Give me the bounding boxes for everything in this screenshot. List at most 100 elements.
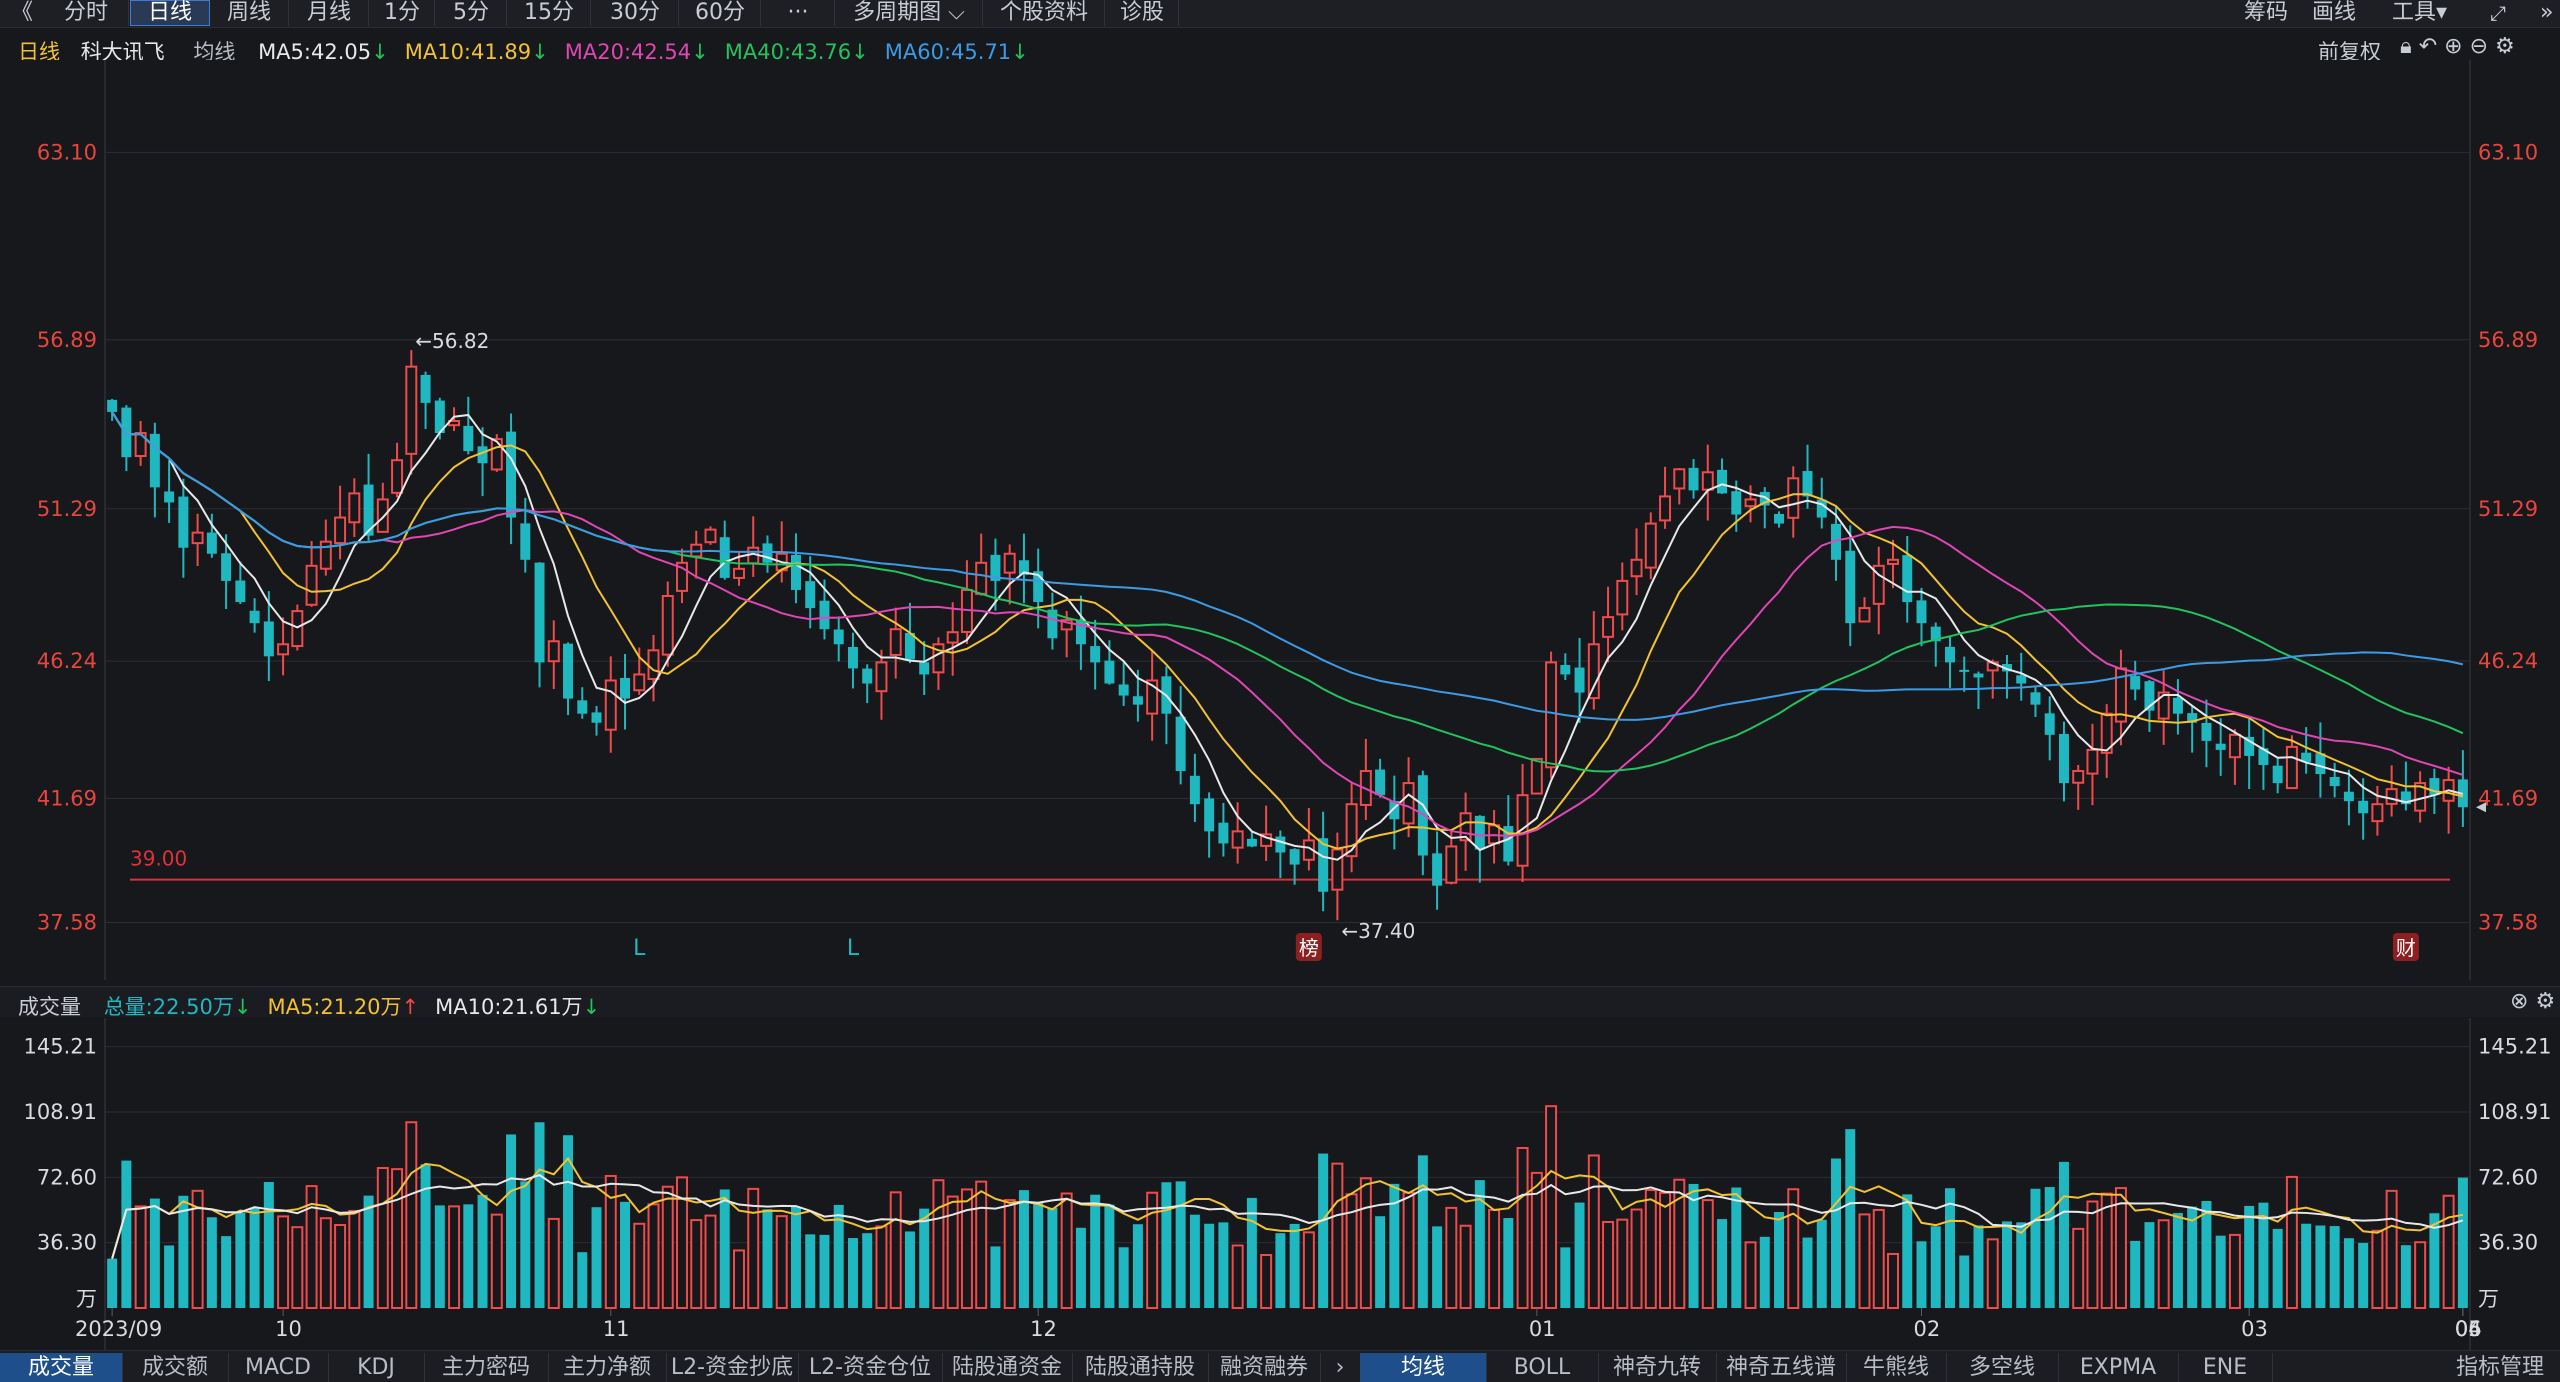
volume-bar[interactable]: [2457, 1177, 2468, 1308]
volume-bar[interactable]: [506, 1134, 517, 1308]
fullscreen-icon[interactable]: ⤢: [2490, 0, 2506, 26]
volume-bar[interactable]: [1246, 1197, 1257, 1308]
volume-bar[interactable]: [1189, 1214, 1200, 1308]
volume-bar[interactable]: [2172, 1213, 2183, 1308]
volume-bar[interactable]: [1359, 1177, 1372, 1309]
volume-bar[interactable]: [2030, 1188, 2041, 1308]
volume-bar[interactable]: [661, 1185, 674, 1309]
volume-bar[interactable]: [1260, 1253, 1273, 1310]
zoom-in-icon[interactable]: ⊕: [2444, 34, 2462, 59]
volume-bar[interactable]: [319, 1217, 332, 1310]
indicator-tab-5[interactable]: 主力净额: [548, 1353, 667, 1382]
volume-bar[interactable]: [1731, 1187, 1742, 1308]
volume-bar[interactable]: [1802, 1237, 1813, 1308]
volume-bar[interactable]: [690, 1219, 703, 1309]
volume-bar[interactable]: [1402, 1191, 1415, 1309]
volume-bar[interactable]: [1503, 1218, 1514, 1308]
volume-bar[interactable]: [2072, 1227, 2085, 1310]
volume-bar[interactable]: [1616, 1218, 1629, 1309]
volume-bar[interactable]: [1018, 1190, 1029, 1308]
volume-bar[interactable]: [1887, 1252, 1899, 1309]
volume-bar[interactable]: [2228, 1233, 2241, 1310]
volume-bar[interactable]: [477, 1194, 488, 1308]
volume-bar[interactable]: [1787, 1188, 1800, 1309]
volume-bar[interactable]: [1816, 1219, 1827, 1308]
volume-bar[interactable]: [1845, 1129, 1856, 1308]
volume-bar[interactable]: [2400, 1245, 2411, 1308]
indicator-tab-19[interactable]: ENE: [2178, 1353, 2273, 1382]
volume-bar[interactable]: [889, 1191, 902, 1310]
volume-bar[interactable]: [1318, 1153, 1329, 1308]
event-badge[interactable]: 榜: [1299, 936, 1319, 960]
volume-bar[interactable]: [1659, 1191, 1672, 1309]
volume-bar[interactable]: [2187, 1206, 2198, 1308]
volume-bar[interactable]: [235, 1212, 246, 1308]
volume-bar[interactable]: [960, 1188, 973, 1309]
volume-bar[interactable]: [1701, 1199, 1714, 1309]
volume-bar[interactable]: [2385, 1189, 2398, 1309]
volume-chart[interactable]: 145.21 145.21 108.91 108.91 72.60 72.60 36.30 3…: [0, 1018, 2560, 1350]
volume-bar[interactable]: [2315, 1225, 2326, 1308]
period-tab-8[interactable]: 60分: [680, 0, 761, 26]
volume-bar[interactable]: [875, 1225, 888, 1309]
period-tab-3[interactable]: 月线: [290, 0, 369, 26]
volume-bar[interactable]: [1302, 1231, 1315, 1309]
volume-bar[interactable]: [1003, 1199, 1016, 1309]
period-tab-4[interactable]: 1分: [370, 0, 435, 26]
indicator-tab-20[interactable]: 指标管理: [2440, 1353, 2560, 1382]
indicator-tab-15[interactable]: 神奇五线谱: [1716, 1353, 1847, 1382]
indicator-tab-0[interactable]: 成交量: [0, 1353, 123, 1382]
signal-marker[interactable]: L: [633, 936, 646, 961]
volume-bar[interactable]: [520, 1181, 531, 1308]
volume-bar[interactable]: [2272, 1228, 2283, 1308]
volume-bar[interactable]: [1717, 1219, 1728, 1308]
tools-menu-button[interactable]: 工具▾: [2392, 0, 2447, 26]
volume-bar[interactable]: [1090, 1194, 1101, 1308]
volume-bar[interactable]: [2285, 1175, 2298, 1309]
volume-bar[interactable]: [2157, 1219, 2170, 1309]
volume-bar[interactable]: [2343, 1238, 2354, 1308]
volume-bar[interactable]: [2244, 1205, 2255, 1308]
volume-bar[interactable]: [420, 1164, 431, 1308]
indicator-tab-11[interactable]: ›: [1320, 1353, 1361, 1382]
volume-bar[interactable]: [647, 1203, 660, 1310]
draw-line-button[interactable]: 画线: [2312, 0, 2356, 26]
volume-bar[interactable]: [1331, 1162, 1344, 1309]
volume-bar[interactable]: [1033, 1202, 1044, 1308]
volume-bar[interactable]: [1560, 1247, 1571, 1308]
volume-bar[interactable]: [1759, 1236, 1770, 1308]
volume-bar[interactable]: [577, 1252, 588, 1308]
volume-bar[interactable]: [1602, 1220, 1615, 1309]
lock-icon[interactable]: 🔒︎: [2400, 34, 2412, 59]
volume-bar[interactable]: [547, 1217, 560, 1309]
volume-bar[interactable]: [363, 1195, 374, 1308]
period-tab-1[interactable]: 日线: [130, 0, 210, 26]
volume-bar[interactable]: [1630, 1208, 1643, 1309]
volume-bar[interactable]: [2144, 1222, 2155, 1308]
event-badge[interactable]: 财: [2396, 936, 2416, 960]
volume-bar[interactable]: [1218, 1222, 1229, 1308]
volume-bar[interactable]: [990, 1246, 1001, 1308]
period-tab-10[interactable]: 多周期图 ⌵: [836, 0, 983, 26]
volume-bar[interactable]: [762, 1209, 773, 1308]
volume-bar[interactable]: [904, 1231, 915, 1308]
volume-bar[interactable]: [2201, 1200, 2212, 1308]
volume-bar[interactable]: [405, 1121, 418, 1309]
volume-bar[interactable]: [1231, 1244, 1244, 1310]
candle[interactable]: [1530, 757, 1543, 795]
volume-bar[interactable]: [434, 1205, 445, 1308]
volume-bar[interactable]: [704, 1214, 717, 1309]
volume-bar[interactable]: [1858, 1213, 1871, 1309]
period-tab-11[interactable]: 个股资料: [984, 0, 1105, 26]
volume-bar[interactable]: [490, 1213, 503, 1310]
volume-bar[interactable]: [1118, 1247, 1129, 1308]
volume-bar[interactable]: [1417, 1155, 1428, 1308]
volume-bar[interactable]: [1644, 1188, 1657, 1310]
volume-bar[interactable]: [1574, 1202, 1585, 1308]
volume-bar[interactable]: [534, 1122, 545, 1308]
volume-bar[interactable]: [121, 1160, 132, 1308]
expand-right-icon[interactable]: »: [2540, 0, 2553, 26]
indicator-tab-9[interactable]: 陆股通持股: [1072, 1353, 1209, 1382]
chips-button[interactable]: 筹码: [2244, 0, 2288, 26]
collapse-back-button[interactable]: 《: [0, 0, 44, 26]
